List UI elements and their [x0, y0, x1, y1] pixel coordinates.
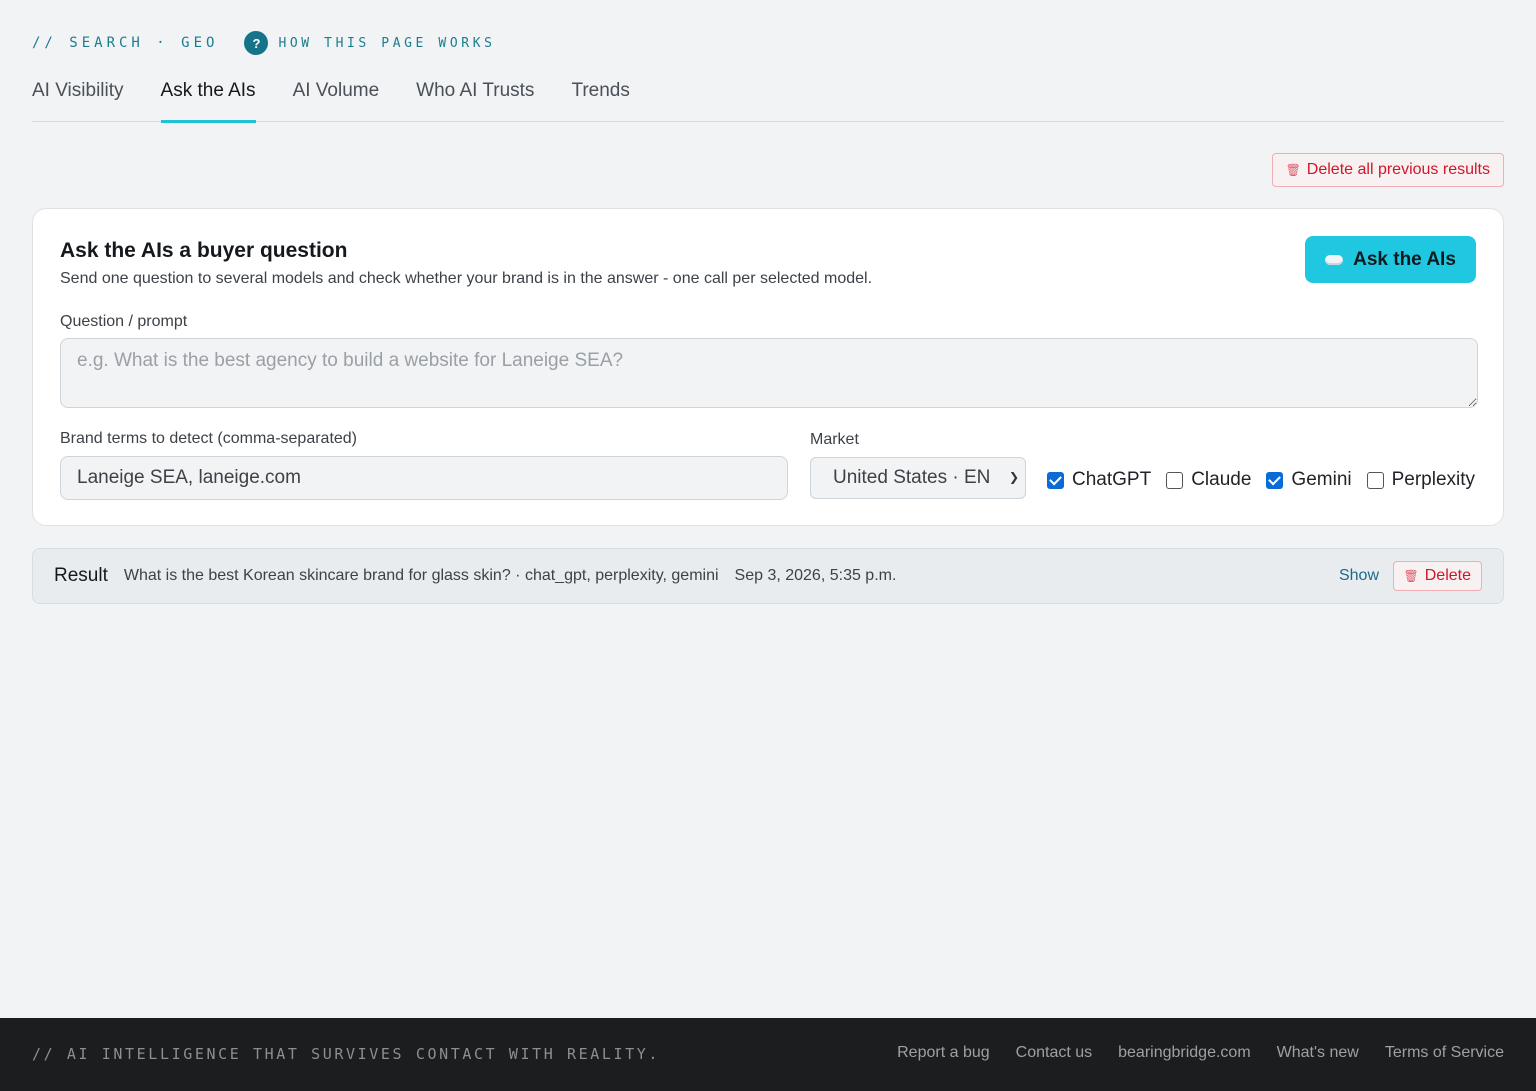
delete-result-label: Delete — [1424, 567, 1471, 584]
model-chatgpt[interactable]: ChatGPT — [1047, 469, 1151, 491]
chatgpt-checkbox[interactable] — [1047, 471, 1064, 489]
gemini-label: Gemini — [1291, 469, 1352, 490]
brand-terms-input[interactable] — [60, 456, 788, 500]
tab-ai-volume[interactable]: AI Volume — [293, 70, 380, 122]
tab-who-ai-trusts[interactable]: Who AI Trusts — [416, 70, 534, 122]
page-header: // SEARCH · GEO ? HOW THIS PAGE WORKS — [32, 30, 496, 56]
market-select[interactable]: United States · EN ❯ — [810, 457, 1026, 499]
tab-trends[interactable]: Trends — [571, 70, 629, 122]
perplexity-label: Perplexity — [1391, 469, 1476, 490]
trash-icon: 🗑 — [1285, 163, 1301, 177]
model-perplexity[interactable]: Perplexity — [1366, 469, 1476, 491]
result-summary: What is the best Korean skincare brand f… — [123, 567, 719, 584]
ask-form-card: Ask the AIs a buyer question Send one qu… — [32, 208, 1504, 526]
footer-link-terms[interactable]: Terms of Service — [1385, 1044, 1504, 1062]
ask-the-ais-button[interactable]: Ask the AIs — [1305, 236, 1476, 283]
chevron-down-icon: ❯ — [1008, 470, 1019, 484]
delete-all-results-button[interactable]: 🗑 Delete all previous results — [1271, 153, 1504, 187]
market-label: Market — [810, 431, 859, 448]
card-title: Ask the AIs a buyer question — [60, 239, 348, 262]
tab-bar: AI Visibility Ask the AIs AI Volume Who … — [32, 70, 1504, 123]
how-this-page-works-link[interactable]: ? HOW THIS PAGE WORKS — [244, 31, 495, 55]
footer-tagline: // AI INTELLIGENCE THAT SURVIVES CONTACT… — [32, 1045, 661, 1063]
delete-all-label: Delete all previous results — [1306, 161, 1490, 178]
breadcrumb: // SEARCH · GEO — [32, 35, 219, 51]
trash-icon: 🗑 — [1403, 569, 1419, 583]
result-date: Sep 3, 2026, 5:35 p.m. — [734, 567, 897, 584]
perplexity-checkbox[interactable] — [1366, 471, 1384, 489]
gemini-checkbox[interactable] — [1266, 471, 1284, 489]
market-value: United States · EN — [833, 467, 991, 488]
footer-link-whats-new[interactable]: What's new — [1277, 1044, 1359, 1062]
cloud-icon — [1325, 254, 1344, 265]
footer-links: Report a bug Contact us bearingbridge.co… — [871, 1044, 1504, 1062]
delete-result-button[interactable]: 🗑 Delete — [1392, 561, 1482, 591]
prompt-label: Question / prompt — [60, 313, 188, 330]
model-checkboxes: ChatGPT Claude Gemini Perplexity — [1047, 467, 1475, 493]
card-subtitle: Send one question to several models and … — [60, 270, 873, 287]
footer: // AI INTELLIGENCE THAT SURVIVES CONTACT… — [0, 1018, 1536, 1091]
ask-button-label: Ask the AIs — [1353, 248, 1456, 270]
footer-link-site[interactable]: bearingbridge.com — [1118, 1044, 1251, 1062]
result-label: Result — [54, 565, 108, 586]
claude-label: Claude — [1191, 469, 1252, 490]
help-label: HOW THIS PAGE WORKS — [278, 35, 496, 51]
chatgpt-label: ChatGPT — [1072, 469, 1152, 490]
result-row: Result What is the best Korean skincare … — [32, 548, 1504, 604]
prompt-textarea[interactable] — [60, 338, 1478, 408]
model-gemini[interactable]: Gemini — [1266, 469, 1352, 491]
brand-terms-label: Brand terms to detect (comma-separated) — [60, 430, 358, 447]
model-claude[interactable]: Claude — [1166, 469, 1251, 491]
claude-checkbox[interactable] — [1166, 471, 1184, 489]
show-result-link[interactable]: Show — [1339, 567, 1379, 585]
tab-ask-the-ais[interactable]: Ask the AIs — [160, 70, 256, 123]
footer-link-report-bug[interactable]: Report a bug — [897, 1044, 990, 1062]
help-icon: ? — [244, 31, 269, 55]
footer-link-contact[interactable]: Contact us — [1016, 1044, 1092, 1062]
tab-ai-visibility[interactable]: AI Visibility — [32, 70, 124, 122]
